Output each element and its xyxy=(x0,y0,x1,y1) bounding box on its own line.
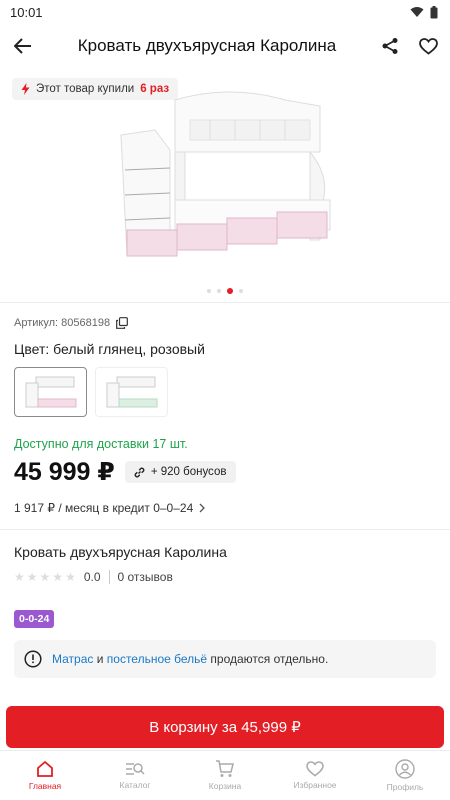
name-block: Кровать двухъярусная Каролина ★ ★ ★ ★ ★ … xyxy=(0,530,450,584)
product-gallery[interactable]: Этот товар купили 6 раз xyxy=(0,68,450,302)
installment-tag: 0-0-24 xyxy=(14,610,55,628)
catalog-icon xyxy=(126,763,145,775)
share-icon xyxy=(382,38,398,54)
app-bar: Кровать двухъярусная Каролина xyxy=(0,24,450,68)
gallery-dots xyxy=(0,288,450,294)
sku-label: Артикул: 80568198 xyxy=(14,317,111,329)
star-icon: ★ xyxy=(14,570,25,584)
variant-thumb-image xyxy=(106,376,157,408)
rating-value: 0.0 xyxy=(83,570,101,584)
heart-icon xyxy=(418,37,438,55)
nav-home[interactable]: Главная xyxy=(0,751,90,800)
nav-label: Каталог xyxy=(119,780,151,790)
lightning-icon xyxy=(21,83,30,95)
price: 45 999 ₽ xyxy=(14,458,115,486)
home-icon xyxy=(37,760,53,777)
back-button[interactable] xyxy=(8,31,38,61)
gallery-dot-active[interactable] xyxy=(227,288,233,294)
battery-icon xyxy=(430,5,438,18)
wifi-icon xyxy=(410,7,424,17)
gallery-dot[interactable] xyxy=(207,289,211,293)
color-line: Цвет: белый глянец, розовый xyxy=(14,341,205,357)
heart-icon xyxy=(306,761,324,777)
star-icon: ★ xyxy=(52,570,64,584)
gallery-dot[interactable] xyxy=(217,289,221,293)
cart-wrap: В корзину за 45,999 ₽ xyxy=(0,706,450,748)
variant-thumb-image xyxy=(25,376,76,408)
info-icon xyxy=(24,650,42,668)
mattress-link[interactable]: Матрас xyxy=(52,652,93,666)
chevron-right-icon xyxy=(199,503,206,513)
nav-label: Корзина xyxy=(208,781,242,791)
bedding-link[interactable]: постельное бельё xyxy=(107,652,207,666)
nav-profile[interactable]: Профиль xyxy=(360,751,450,800)
bottom-nav: Главная Каталог Корзина Избранное Профил… xyxy=(0,750,450,800)
status-time: 10:01 xyxy=(10,4,43,20)
credit-text: 1 917 ₽ / месяц в кредит 0–0–24 xyxy=(14,501,194,515)
cart-icon xyxy=(216,760,234,777)
reviews-count: 0 отзывов xyxy=(117,570,173,584)
variant-white-green[interactable] xyxy=(95,367,168,417)
status-bar: 10:01 xyxy=(0,0,450,24)
product-info: Артикул: 80568198 Цвет: белый глянец, ро… xyxy=(0,303,450,515)
nav-label: Профиль xyxy=(386,782,424,792)
status-icons xyxy=(410,5,438,19)
profile-icon xyxy=(395,759,415,779)
notice-and: и xyxy=(93,652,107,666)
credit-link[interactable]: 1 917 ₽ / месяц в кредит 0–0–24 xyxy=(14,501,436,515)
gallery-dot[interactable] xyxy=(239,289,243,293)
variant-white-pink[interactable] xyxy=(14,367,87,417)
product-name: Кровать двухъярусная Каролина xyxy=(14,544,227,560)
separator xyxy=(108,570,110,584)
bonus-text: + 920 бонусов xyxy=(150,466,227,478)
nav-favorites[interactable]: Избранное xyxy=(270,751,360,800)
sku-row: Артикул: 80568198 xyxy=(14,317,436,329)
page-title: Кровать двухъярусная Каролина xyxy=(77,36,337,55)
rating-stars: ★ ★ ★ ★ ★ xyxy=(14,570,76,584)
back-arrow-icon xyxy=(14,38,31,54)
nav-catalog[interactable]: Каталог xyxy=(90,751,180,800)
nav-label: Избранное xyxy=(293,780,337,790)
notice-rest: продаются отдельно. xyxy=(207,652,329,666)
star-icon: ★ xyxy=(65,570,76,584)
link-icon xyxy=(134,467,145,477)
nav-cart[interactable]: Корзина xyxy=(180,751,270,800)
star-icon: ★ xyxy=(39,570,51,584)
copy-icon[interactable] xyxy=(116,317,128,329)
notice-text: Матрас и постельное бельё продаются отде… xyxy=(52,652,328,666)
price-row: 45 999 ₽ + 920 бонусов xyxy=(14,457,436,487)
rating-row[interactable]: ★ ★ ★ ★ ★ 0.0 0 отзывов xyxy=(14,570,436,584)
share-button[interactable] xyxy=(376,32,404,60)
nav-label: Главная xyxy=(28,781,62,791)
favorite-button[interactable] xyxy=(414,32,442,60)
bonus-badge[interactable]: + 920 бонусов xyxy=(124,461,237,483)
add-to-cart-button[interactable]: В корзину за 45,999 ₽ xyxy=(6,706,444,748)
product-image xyxy=(120,91,331,257)
availability-text: Доступно для доставки 17 шт. xyxy=(14,437,188,451)
color-variants xyxy=(14,367,436,417)
star-icon: ★ xyxy=(26,570,38,584)
notice-box: Матрас и постельное бельё продаются отде… xyxy=(14,640,436,678)
